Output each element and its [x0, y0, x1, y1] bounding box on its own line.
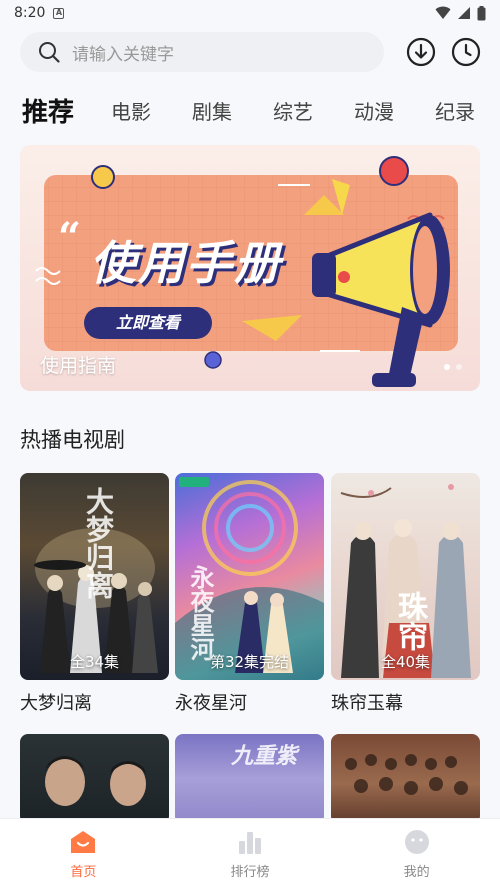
drama-title: 大梦归离: [20, 693, 92, 714]
search-row: 请输入关键字: [20, 32, 482, 72]
poster-calligraphy: 大梦归离: [82, 487, 115, 599]
drama-card[interactable]: 珠帘 全40集 珠帘玉幕: [331, 473, 480, 715]
poster-art: [45, 756, 146, 806]
drama-poster: 珠帘 全40集: [331, 473, 480, 680]
drama-card[interactable]: 大梦归离 全34集 大梦归离: [20, 473, 169, 715]
svg-text:“: “: [58, 214, 81, 261]
tab-anime[interactable]: 动漫: [354, 96, 394, 125]
nav-profile[interactable]: 我的: [333, 819, 500, 889]
episode-badge: 第32集完结: [209, 653, 290, 671]
search-icon: [39, 42, 60, 63]
drama-poster: [20, 734, 169, 824]
status-left: 8:20 A: [14, 5, 65, 21]
tab-recommend[interactable]: 推荐: [22, 92, 74, 129]
download-button[interactable]: [405, 36, 437, 68]
banner-caption: 使用指南: [40, 355, 117, 377]
carousel-dot: [456, 364, 462, 370]
notification-icon: A: [53, 7, 65, 19]
category-tabs: 推荐 电影 剧集 综艺 动漫 纪录: [22, 90, 500, 130]
nav-home[interactable]: 首页: [0, 819, 167, 889]
tab-documentary[interactable]: 纪录: [435, 96, 475, 125]
poster-art: [345, 754, 468, 795]
drama-card[interactable]: 永夜星河 第32集完结 永夜星河: [175, 473, 324, 715]
nav-profile-label: 我的: [403, 865, 430, 880]
drama-poster: [331, 734, 480, 824]
download-icon: [406, 37, 436, 67]
clock-icon: [451, 37, 481, 67]
status-bar: 8:20 A: [0, 0, 500, 26]
nav-ranking[interactable]: 排行榜: [167, 819, 334, 889]
banner-headline: 使用手册: [90, 236, 282, 290]
poster-calligraphy: 九重紫: [231, 743, 298, 769]
drama-card[interactable]: [20, 734, 169, 824]
tab-movie[interactable]: 电影: [111, 96, 151, 125]
drama-poster: 永夜星河 第32集完结: [175, 473, 324, 680]
drama-card[interactable]: [331, 734, 480, 824]
tab-variety[interactable]: 综艺: [273, 96, 313, 125]
episode-badge: 全34集: [69, 653, 120, 671]
banner-carousel[interactable]: “ 使用手册 立即查看 使用指南: [20, 145, 480, 391]
section-title: 热播电视剧: [20, 428, 125, 452]
search-placeholder: 请输入关键字: [72, 44, 174, 65]
episode-badge: 全40集: [380, 653, 431, 671]
drama-title: 珠帘玉幕: [331, 693, 403, 714]
wifi-icon: [435, 6, 451, 19]
carousel-dot: [444, 364, 450, 370]
home-icon: [71, 831, 96, 853]
status-time: 8:20: [14, 5, 46, 21]
drama-poster: 大梦归离 全34集: [20, 473, 169, 680]
drama-card[interactable]: 九重紫: [175, 734, 324, 824]
signal-icon: [458, 7, 470, 19]
status-right: [435, 5, 486, 21]
drama-poster: 九重紫: [175, 734, 324, 824]
nav-ranking-label: 排行榜: [230, 865, 270, 880]
tab-series[interactable]: 剧集: [192, 96, 232, 125]
nav-home-label: 首页: [70, 865, 97, 880]
carousel-indicator: [444, 364, 462, 370]
poster-calligraphy: 珠帘: [392, 591, 427, 651]
search-input[interactable]: 请输入关键字: [20, 32, 384, 72]
bottom-nav: 首页 排行榜 我的: [0, 818, 500, 889]
poster-calligraphy: 永夜星河: [186, 565, 215, 661]
battery-icon: [477, 5, 486, 20]
bar-chart-icon: [239, 832, 261, 854]
smiley-icon: [404, 830, 429, 854]
history-button[interactable]: [450, 36, 482, 68]
drama-title: 永夜星河: [175, 693, 247, 714]
banner-view-button[interactable]: 立即查看: [84, 307, 212, 339]
